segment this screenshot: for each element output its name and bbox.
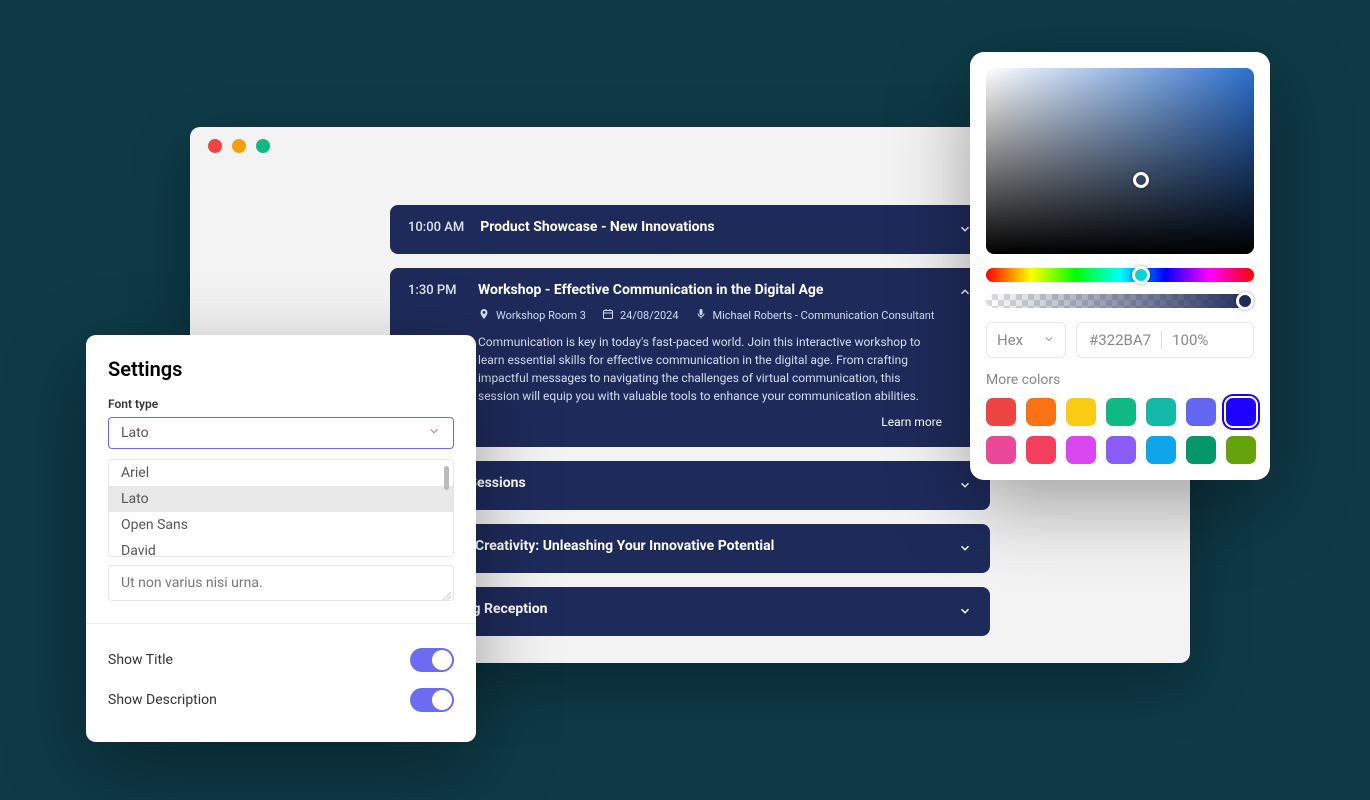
- location-meta: Workshop Room 3: [478, 308, 586, 323]
- show-title-row: Show Title: [108, 640, 454, 680]
- chevron-down-icon[interactable]: [958, 540, 972, 559]
- saturation-area[interactable]: [986, 68, 1254, 254]
- agenda-time: 10:00 AM: [408, 219, 464, 235]
- agenda-time: 1:30 PM: [408, 282, 462, 298]
- chevron-down-icon: [1043, 331, 1055, 349]
- alpha-cursor-icon[interactable]: [1236, 292, 1254, 310]
- color-mode-select[interactable]: Hex: [986, 322, 1066, 358]
- alpha-slider[interactable]: [986, 294, 1254, 308]
- maximize-icon[interactable]: [256, 139, 270, 153]
- show-description-row: Show Description: [108, 680, 454, 720]
- calendar-icon: [602, 308, 614, 323]
- font-option[interactable]: Lato: [109, 486, 453, 512]
- learn-more-link[interactable]: Learn more: [478, 415, 942, 429]
- more-colors-label: More colors: [986, 372, 1254, 388]
- color-swatch[interactable]: [1106, 398, 1136, 426]
- hue-cursor-icon[interactable]: [1132, 266, 1150, 284]
- color-swatch[interactable]: [986, 398, 1016, 426]
- font-option[interactable]: Ariel: [109, 460, 453, 486]
- hue-slider[interactable]: [986, 268, 1254, 282]
- agenda-title: Breakout Sessions: [408, 475, 942, 491]
- show-description-toggle[interactable]: [410, 688, 454, 712]
- color-swatch[interactable]: [1026, 436, 1056, 464]
- color-swatch[interactable]: [1186, 436, 1216, 464]
- agenda-item[interactable]: 1:30 PM Workshop - Effective Communicati…: [390, 268, 990, 447]
- chevron-down-icon[interactable]: [958, 603, 972, 622]
- speaker-text: Michael Roberts - Communication Consulta…: [713, 309, 935, 322]
- agenda-item[interactable]: The Art of Creativity: Unleashing Your I…: [390, 524, 990, 573]
- agenda-description: Communication is key in today's fast-pac…: [478, 333, 942, 405]
- color-swatch[interactable]: [986, 436, 1016, 464]
- font-option[interactable]: David: [109, 538, 453, 556]
- font-dropdown: Ariel Lato Open Sans David: [108, 459, 454, 557]
- font-select[interactable]: Lato: [108, 417, 454, 449]
- agenda-item[interactable]: Networking Reception: [390, 587, 990, 636]
- chevron-down-icon: [427, 424, 441, 442]
- hex-input[interactable]: #322BA7 100%: [1076, 322, 1254, 358]
- textarea-value: Ut non varius nisi urna.: [121, 575, 263, 591]
- date-text: 24/08/2024: [620, 309, 679, 322]
- show-title-label: Show Title: [108, 652, 173, 668]
- saturation-cursor-icon[interactable]: [1133, 172, 1149, 188]
- mic-icon: [695, 308, 707, 323]
- settings-panel: Settings Font type Lato Ariel Lato Open …: [86, 335, 476, 742]
- show-title-toggle[interactable]: [410, 648, 454, 672]
- color-swatch[interactable]: [1226, 436, 1256, 464]
- color-swatch[interactable]: [1226, 398, 1256, 426]
- divider: [1161, 331, 1162, 349]
- minimize-icon[interactable]: [232, 139, 246, 153]
- close-icon[interactable]: [208, 139, 222, 153]
- color-swatch[interactable]: [1146, 436, 1176, 464]
- agenda-item[interactable]: 10:00 AM Product Showcase - New Innovati…: [390, 205, 990, 254]
- font-select-value: Lato: [121, 425, 149, 441]
- color-swatch[interactable]: [1106, 436, 1136, 464]
- agenda-title: The Art of Creativity: Unleashing Your I…: [408, 538, 942, 554]
- font-option[interactable]: Open Sans: [109, 512, 453, 538]
- scrollbar[interactable]: [444, 466, 449, 490]
- settings-heading: Settings: [108, 357, 454, 381]
- agenda-title: Product Showcase - New Innovations: [480, 219, 942, 235]
- resize-handle-icon[interactable]: [441, 588, 451, 598]
- color-swatch[interactable]: [1026, 398, 1056, 426]
- agenda-item[interactable]: Breakout Sessions: [390, 461, 990, 510]
- color-swatch[interactable]: [1186, 398, 1216, 426]
- color-swatch[interactable]: [1146, 398, 1176, 426]
- color-swatch[interactable]: [1066, 436, 1096, 464]
- description-textarea[interactable]: Ut non varius nisi urna.: [108, 565, 454, 601]
- location-text: Workshop Room 3: [496, 309, 586, 322]
- show-description-label: Show Description: [108, 692, 217, 708]
- color-mode-value: Hex: [997, 331, 1023, 349]
- agenda-title: Workshop - Effective Communication in th…: [478, 282, 942, 298]
- speaker-meta: Michael Roberts - Communication Consulta…: [695, 308, 935, 323]
- hex-value: #322BA7: [1089, 331, 1151, 349]
- location-icon: [478, 308, 490, 323]
- date-meta: 24/08/2024: [602, 308, 679, 323]
- font-type-label: Font type: [108, 397, 454, 411]
- divider: [86, 623, 476, 624]
- agenda-title: Networking Reception: [408, 601, 942, 617]
- alpha-value: 100%: [1172, 331, 1208, 349]
- agenda-meta: Workshop Room 3 24/08/2024 Michael Rober…: [478, 308, 942, 323]
- color-picker-panel: Hex #322BA7 100% More colors: [970, 52, 1270, 480]
- color-swatch[interactable]: [1066, 398, 1096, 426]
- chevron-down-icon[interactable]: [958, 477, 972, 496]
- swatch-grid: [986, 398, 1254, 464]
